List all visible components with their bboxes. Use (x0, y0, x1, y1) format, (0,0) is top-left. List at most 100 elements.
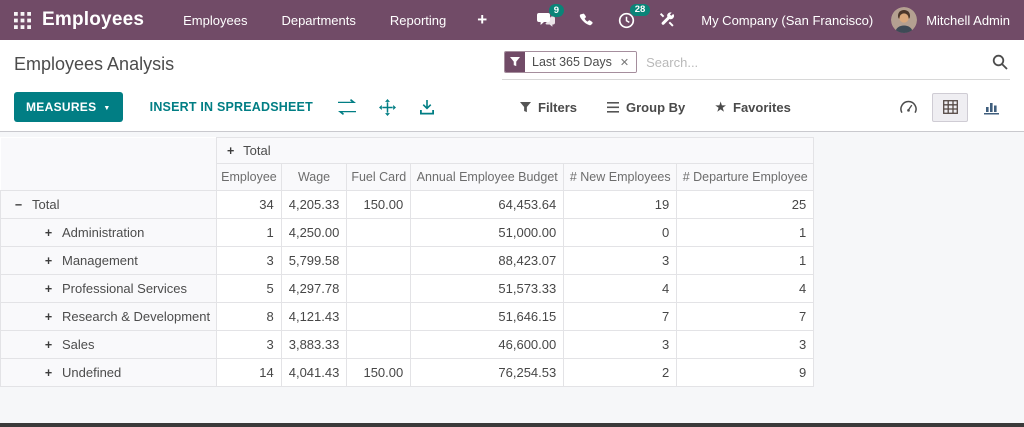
pivot-cell: 3 (563, 330, 678, 359)
activities-clock-icon[interactable]: 28 (618, 3, 650, 29)
pivot-cell: 1 (676, 218, 815, 247)
menu-departments[interactable]: Departments (264, 0, 372, 40)
facet-remove-icon[interactable]: ✕ (618, 52, 637, 72)
messages-badge: 9 (549, 4, 564, 17)
app-title[interactable]: Employees (42, 9, 144, 31)
measure-header-wage[interactable]: Wage (280, 163, 348, 191)
pivot-cell: 8 (216, 302, 282, 331)
pivot-row-header[interactable]: − Total (0, 190, 218, 219)
group-by-label: Group By (626, 99, 686, 115)
plus-icon[interactable]: + (463, 10, 501, 30)
insert-in-spreadsheet-button[interactable]: INSERT IN SPREADSHEET (150, 100, 313, 114)
pivot-view-button[interactable] (932, 92, 968, 122)
bar-chart-view-button[interactable] (974, 93, 1010, 122)
expand-row-icon[interactable]: + (43, 366, 54, 380)
filters-menu[interactable]: Filters (520, 100, 577, 115)
pivot-cell: 7 (676, 302, 815, 331)
pivot-row-label: Total (32, 197, 60, 212)
group-by-menu[interactable]: Group By (607, 100, 685, 115)
pivot-cell: 7 (563, 302, 678, 331)
pivot-column-header-total[interactable]: + Total (216, 137, 815, 164)
tools-icon[interactable] (659, 12, 675, 28)
search-input[interactable] (646, 54, 992, 70)
pivot-cell: 5,799.58 (280, 246, 348, 275)
company-switcher[interactable]: My Company (San Francisco) (701, 13, 873, 28)
pivot-row: + Management 3 5,799.58 88,423.07 3 1 (0, 246, 815, 275)
pivot-row-label: Management (62, 253, 138, 268)
pivot-row-header[interactable]: + Sales (0, 330, 218, 359)
user-avatar[interactable] (891, 7, 918, 33)
pivot-row-header[interactable]: + Management (0, 246, 218, 275)
measure-header-annual-employee-budget[interactable]: Annual Employee Budget (410, 163, 565, 191)
menu-reporting[interactable]: Reporting (373, 0, 463, 40)
pivot-column-group-row: + Total (0, 137, 815, 191)
expand-column-icon[interactable]: + (225, 144, 236, 158)
pivot-row-header[interactable]: + Research & Development (0, 302, 218, 331)
favorites-menu[interactable]: ★ Favorites (715, 100, 791, 115)
filters-label: Filters (538, 99, 578, 115)
activities-badge: 28 (630, 3, 650, 16)
flip-axis-icon[interactable] (337, 99, 356, 115)
window-edge (0, 423, 1024, 427)
expand-row-icon[interactable]: + (43, 254, 54, 268)
favorites-label: Favorites (733, 99, 791, 115)
filters-icon (520, 101, 531, 113)
expand-row-icon[interactable]: + (43, 226, 54, 240)
navbar-systray: 9 28 My Company (San Francisco) Mitchell… (525, 3, 1010, 33)
pivot-cell: 3 (216, 246, 282, 275)
pivot-row-label: Sales (62, 337, 95, 352)
pivot-cell: 88,423.07 (410, 246, 565, 275)
group-by-icon (607, 101, 620, 113)
expand-all-icon[interactable] (378, 98, 396, 116)
search-icon[interactable] (992, 54, 1008, 70)
pivot-cell: 46,600.00 (410, 330, 565, 359)
pivot-cell: 4,121.43 (280, 302, 348, 331)
dashboard-view-button[interactable] (890, 93, 926, 122)
apps-grid-icon[interactable] (14, 11, 31, 29)
download-icon[interactable] (419, 99, 435, 115)
pivot-row-header[interactable]: + Professional Services (0, 274, 218, 303)
pivot-body: − Total 34 4,205.33 150.00 64,453.64 19 25 + Admi… (0, 190, 815, 387)
pivot-cell: 1 (676, 246, 815, 275)
pivot-cell: 3 (563, 246, 678, 275)
pivot-cell: 51,646.15 (410, 302, 565, 331)
pivot-cell: 4 (563, 274, 678, 303)
pivot-cell: 0 (563, 218, 678, 247)
user-menu[interactable]: Mitchell Admin (926, 13, 1010, 28)
pivot-row-header[interactable]: + Undefined (0, 358, 218, 387)
pivot-row-label: Professional Services (62, 281, 187, 296)
pivot-cell: 150.00 (346, 358, 412, 387)
main-menu: Employees Departments Reporting + (166, 0, 501, 40)
pivot-row: + Sales 3 3,883.33 46,600.00 3 3 (0, 330, 815, 359)
pivot-cell (346, 302, 412, 331)
pivot-view-content: + Total Employee Wage Fuel Card Annual Em… (0, 131, 1024, 423)
pivot-cell: 3 (216, 330, 282, 359)
collapse-row-icon[interactable]: − (13, 198, 24, 212)
expand-row-icon[interactable]: + (43, 282, 54, 296)
pivot-cell (346, 246, 412, 275)
measures-button-label: MEASURES (26, 100, 97, 114)
pivot-row-header[interactable]: + Administration (0, 218, 218, 247)
pivot-cell: 51,000.00 (410, 218, 565, 247)
measure-header-new-employees[interactable]: # New Employees (563, 163, 678, 191)
measure-header-fuel-card[interactable]: Fuel Card (346, 163, 412, 191)
measures-button[interactable]: MEASURES ▼ (14, 92, 123, 122)
facet-label: Last 365 Days (525, 52, 619, 72)
messages-icon[interactable]: 9 (537, 4, 564, 28)
menu-employees[interactable]: Employees (166, 0, 264, 40)
expand-row-icon[interactable]: + (43, 310, 54, 324)
pivot-cell: 3,883.33 (280, 330, 348, 359)
pivot-cell: 25 (676, 190, 815, 219)
pivot-cell: 2 (563, 358, 678, 387)
measure-header-departure-employee[interactable]: # Departure Employee (676, 163, 815, 191)
search-bar[interactable]: Last 365 Days ✕ (502, 50, 1010, 80)
filter-funnel-icon (505, 52, 525, 72)
pivot-row-label: Undefined (62, 365, 122, 380)
expand-row-icon[interactable]: + (43, 338, 54, 352)
pivot-row-label: Research & Development (62, 309, 211, 324)
measure-header-employee[interactable]: Employee (216, 163, 282, 191)
pivot-row-label: Administration (62, 225, 145, 240)
view-switcher (890, 92, 1010, 122)
pivot-cell: 9 (676, 358, 815, 387)
phone-icon[interactable] (579, 13, 594, 28)
